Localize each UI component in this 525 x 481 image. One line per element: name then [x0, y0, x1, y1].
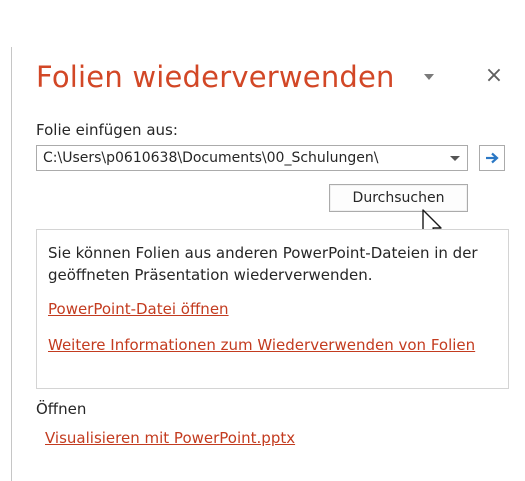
go-button[interactable]	[479, 145, 505, 171]
recent-section-heading: Öffnen	[36, 400, 87, 418]
info-text: Sie können Folien aus anderen PowerPoint…	[48, 244, 478, 284]
combobox-dropdown-button[interactable]	[447, 146, 463, 170]
more-information-link[interactable]: Weitere Informationen zum Wiederverwende…	[48, 334, 488, 356]
close-icon: ×	[484, 63, 504, 88]
open-powerpoint-file-link[interactable]: PowerPoint-Datei öffnen	[48, 298, 229, 320]
pane-options-button[interactable]	[420, 68, 438, 86]
path-combobox[interactable]: C:\Users\p0610638\Documents\00_Schulunge…	[36, 145, 468, 171]
pane-title: Folien wiederverwenden	[36, 60, 395, 94]
caret-down-icon	[424, 74, 434, 80]
pane-left-border	[11, 47, 12, 481]
recent-file-link[interactable]: Visualisieren mit PowerPoint.pptx	[45, 429, 295, 447]
pane-close-button[interactable]: ×	[483, 64, 505, 88]
chevron-down-icon	[450, 156, 460, 161]
reuse-slides-pane: Folien wiederverwenden × Folie einfügen …	[0, 0, 525, 481]
insert-from-label: Folie einfügen aus:	[36, 121, 178, 139]
info-box: Sie können Folien aus anderen PowerPoint…	[36, 229, 509, 389]
browse-button[interactable]: Durchsuchen	[329, 184, 468, 212]
path-combobox-value: C:\Users\p0610638\Documents\00_Schulunge…	[43, 150, 379, 166]
arrow-right-icon	[486, 152, 499, 164]
